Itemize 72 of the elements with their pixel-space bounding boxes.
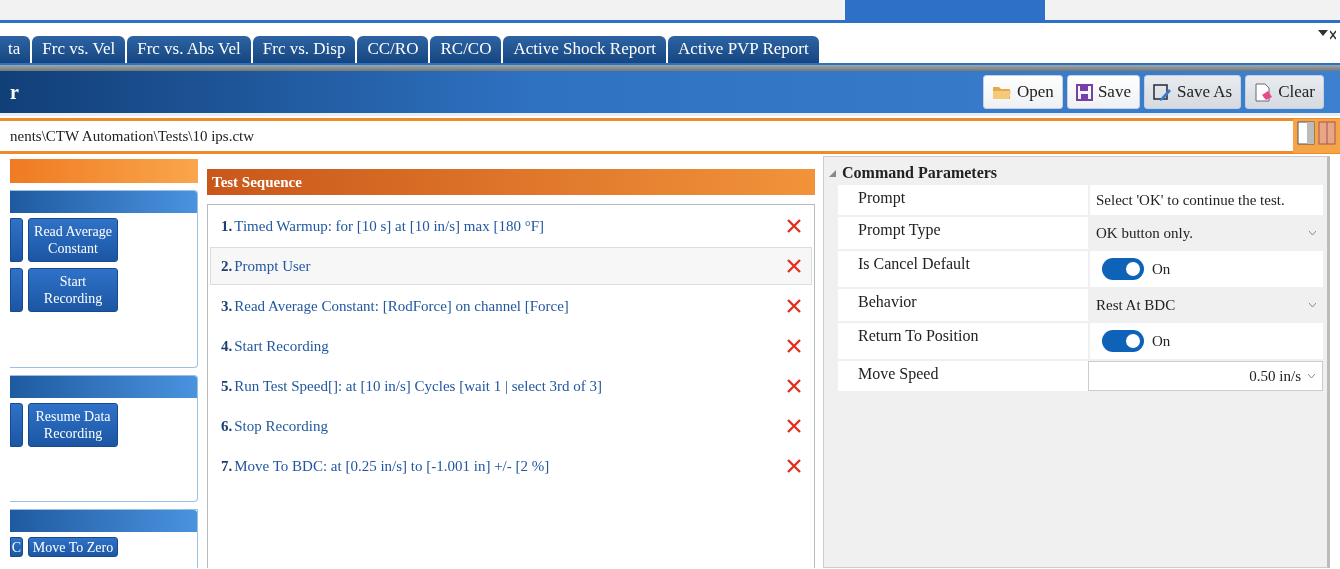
delete-icon[interactable]	[787, 299, 801, 313]
collapse-icon[interactable]	[829, 169, 836, 177]
step-number: 5.	[221, 377, 233, 395]
property-label: Return To Position	[857, 326, 980, 346]
step-text: Move To BDC: at [0.25 in/s] to [-1.001 in] +/- [2 %]	[234, 457, 551, 475]
delete-icon[interactable]	[787, 459, 801, 473]
property-label: Is Cancel Default	[857, 254, 971, 274]
command-button[interactable]: Start Recording	[28, 268, 118, 312]
tab[interactable]: ta	[0, 36, 31, 63]
toolbar-button[interactable]: Open	[983, 75, 1063, 109]
step-text: Start Recording	[234, 337, 330, 355]
toolbar-button[interactable]: Clear	[1245, 75, 1324, 109]
property-label: Behavior	[857, 292, 918, 312]
tab[interactable]: Active Shock Report	[503, 36, 667, 63]
step-number: 1.	[221, 217, 233, 235]
number-field[interactable]: 0.50 in/s	[1088, 361, 1323, 391]
sequence-item[interactable]: 6.Stop Recording	[210, 407, 812, 445]
toggle-switch[interactable]	[1102, 330, 1144, 352]
dropdown-icon[interactable]	[1318, 29, 1328, 37]
property-label: Move Speed	[857, 364, 940, 385]
tab[interactable]: Frc vs. Vel	[32, 36, 126, 63]
property-label: Prompt Type	[857, 220, 942, 241]
toolbar-button[interactable]: Save As	[1143, 75, 1242, 109]
delete-icon[interactable]	[787, 339, 801, 353]
sequence-item[interactable]: 3.Read Average Constant: [RodForce] on channel [Force]	[210, 287, 812, 325]
close-icon[interactable]	[1330, 29, 1336, 41]
toggle-state: On	[1152, 332, 1171, 350]
sequence-item[interactable]: 1.Timed Warmup: for [10 s] at [10 in/s] max [180 °F]	[210, 207, 812, 245]
chevron-down-icon	[1308, 302, 1317, 308]
chevron-down-icon	[1308, 230, 1317, 236]
toolbar-button[interactable]: Save	[1066, 75, 1140, 109]
command-button[interactable]: Resume Data Recording	[28, 403, 118, 447]
clear-document-icon	[1254, 82, 1274, 102]
delete-icon[interactable]	[787, 259, 801, 273]
panel-header: Test Sequence	[207, 169, 815, 195]
step-number: 4.	[221, 337, 233, 355]
sequence-item[interactable]: 7.Move To BDC: at [0.25 in/s] to [-1.001 in] +/- [2 %]	[210, 447, 812, 485]
toggle-state: On	[1152, 260, 1171, 278]
step-text: Timed Warmup: for [10 s] at [10 in/s] max [180 °F]	[234, 217, 545, 235]
step-text: Prompt User	[234, 257, 312, 275]
command-button[interactable]: C	[10, 537, 23, 557]
toggle-switch[interactable]	[1102, 258, 1144, 280]
delete-icon[interactable]	[787, 219, 801, 233]
tab[interactable]: CC/RO	[357, 36, 429, 63]
step-number: 3.	[221, 297, 233, 315]
panel-title: r	[10, 80, 19, 104]
single-pane-layout-icon[interactable]	[1297, 121, 1315, 145]
tab[interactable]: Frc vs. Disp	[252, 36, 356, 63]
delete-icon[interactable]	[787, 419, 801, 433]
command-button[interactable]: Move To Zero	[28, 537, 118, 557]
step-text: Run Test Speed[]: at [10 in/s] Cycles [wait 1 | select 3rd of 3]	[234, 377, 604, 395]
property-label: Prompt	[857, 188, 907, 209]
step-text: Stop Recording	[234, 417, 329, 435]
delete-icon[interactable]	[787, 379, 801, 393]
save-as-icon	[1152, 82, 1172, 102]
step-number: 2.	[221, 257, 233, 275]
file-path: nents\CTW Automation\Tests\10 ips.ctw	[10, 127, 255, 145]
dropdown-field[interactable]: OK button only.	[1088, 217, 1323, 249]
sequence-item[interactable]: 4.Start Recording	[210, 327, 812, 365]
command-button[interactable]: Read Average Constant	[28, 218, 118, 262]
step-text: Read Average Constant: [RodForce] on channel [Force]	[234, 297, 570, 315]
tab[interactable]: RC/CO	[430, 36, 502, 63]
chevron-down-icon	[1307, 373, 1316, 379]
sequence-item[interactable]: 5.Run Test Speed[]: at [10 in/s] Cycles [wait 1 | select 3rd of 3]	[210, 367, 812, 405]
tab[interactable]: Frc vs. Abs Vel	[127, 36, 251, 63]
property-value[interactable]: Select 'OK' to continue the test.	[1088, 185, 1323, 215]
tab[interactable]: Active PVP Report	[668, 36, 819, 63]
step-number: 7.	[221, 457, 233, 475]
step-number: 6.	[221, 417, 233, 435]
dropdown-field[interactable]: Rest At BDC	[1088, 289, 1323, 321]
sequence-item[interactable]: 2.Prompt User	[210, 247, 812, 285]
section-title: Command Parameters	[842, 164, 998, 182]
